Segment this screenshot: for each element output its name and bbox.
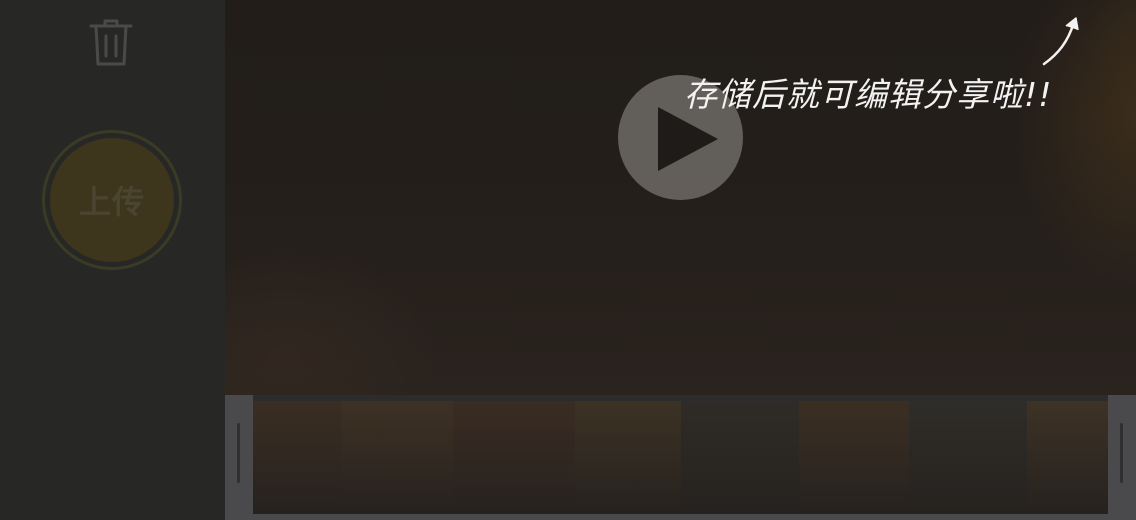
upload-button-fill: 上传 (50, 138, 174, 262)
hint-text: 存储后就可编辑分享啦!! (684, 75, 1053, 114)
timeline-strip[interactable] (225, 395, 1136, 520)
timeline-frame (681, 401, 799, 514)
trash-icon (89, 19, 133, 66)
delete-button[interactable] (88, 16, 134, 68)
timeline-frame (575, 401, 681, 514)
upload-button[interactable]: 上传 (42, 130, 182, 270)
timeline-frame (1027, 401, 1108, 514)
side-panel: 上传 (0, 0, 225, 520)
trim-handle-right[interactable] (1108, 395, 1136, 520)
timeline-frame (799, 401, 909, 514)
trim-grip-right (1120, 423, 1123, 483)
arrow-up-right-icon (1042, 17, 1079, 66)
timeline-frame (909, 401, 1027, 514)
trim-grip-left (237, 423, 240, 483)
timeline-frame (253, 401, 341, 514)
timeline-frames (253, 401, 1108, 514)
upload-label: 上传 (78, 183, 145, 221)
timeline-frame (341, 401, 453, 514)
timeline-frame (453, 401, 575, 514)
trim-handle-left[interactable] (225, 395, 253, 520)
video-editor-screen: 上传 存储后就可编辑分享啦!! (0, 0, 1136, 520)
timeline-bottom-bar (253, 514, 1108, 520)
